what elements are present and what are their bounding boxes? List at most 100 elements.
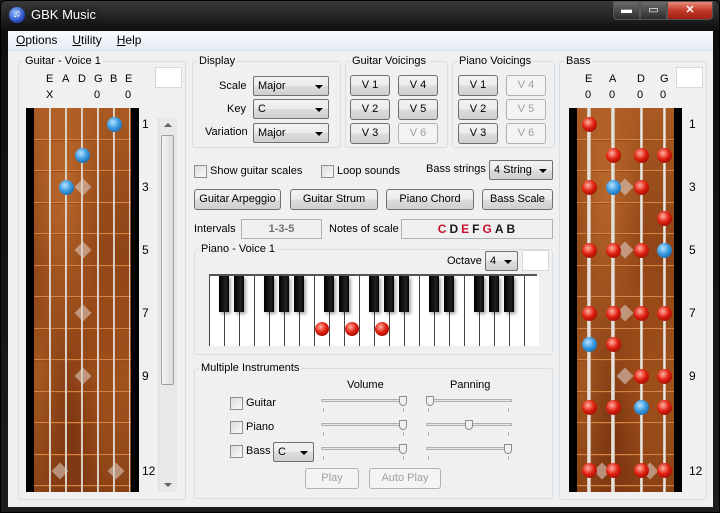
guitar-fretboard[interactable] [26, 108, 139, 492]
bass-note-dot[interactable] [581, 179, 597, 195]
guitar-voicing-v3-button[interactable]: V 3 [350, 123, 390, 144]
piano-checkbox[interactable] [230, 421, 243, 434]
guitar-voicing-v5-button[interactable]: V 5 [398, 99, 438, 120]
bass-scale-button[interactable]: Bass Scale [482, 189, 553, 210]
piano-label[interactable]: Piano [246, 421, 274, 433]
bass-panning-slider[interactable] [426, 443, 512, 460]
piano-black-key[interactable] [234, 276, 244, 312]
scroll-down-icon[interactable] [164, 483, 172, 487]
bass-note-dot[interactable] [581, 305, 597, 321]
bass-strings-select[interactable]: 4 String [489, 160, 553, 180]
slider-thumb[interactable] [399, 444, 407, 454]
bass-note-dot[interactable] [581, 116, 597, 132]
piano-black-key[interactable] [279, 276, 289, 312]
title-bar[interactable]: ♫ GBK Music ▬ ▭ ✕ [1, 1, 719, 31]
menu-utility[interactable]: Utility [64, 31, 108, 50]
bass-label[interactable]: Bass [246, 445, 270, 457]
bass-note-dot[interactable] [633, 242, 649, 258]
bass-note-dot[interactable] [581, 400, 597, 415]
guitar-scrollbar[interactable] [158, 118, 177, 492]
bass-note-dot[interactable] [633, 179, 649, 195]
bass-note-dot[interactable] [656, 242, 672, 258]
piano-black-key[interactable] [294, 276, 304, 312]
bass-note-dot[interactable] [633, 305, 649, 321]
piano-black-key[interactable] [489, 276, 499, 312]
piano-black-key[interactable] [429, 276, 439, 312]
guitar-voicing-v6-button[interactable]: V 6 [398, 123, 438, 144]
piano-voicing-v5-button[interactable]: V 5 [506, 99, 546, 120]
piano-black-key[interactable] [219, 276, 229, 312]
piano-black-key[interactable] [324, 276, 334, 312]
bass-volume-slider[interactable] [321, 443, 407, 460]
guitar-arpeggio-button[interactable]: Guitar Arpeggio [194, 189, 281, 210]
minimize-button[interactable]: ▬ [613, 1, 640, 20]
piano-chord-button[interactable]: Piano Chord [386, 189, 474, 210]
guitar-panning-slider[interactable] [426, 395, 512, 412]
guitar-checkbox[interactable] [230, 397, 243, 410]
scroll-thumb[interactable] [161, 135, 174, 385]
slider-thumb[interactable] [399, 420, 407, 430]
menu-options[interactable]: Options [8, 31, 64, 50]
variation-select[interactable]: Major [253, 123, 329, 143]
slider-thumb[interactable] [426, 396, 434, 406]
piano-black-key[interactable] [384, 276, 394, 312]
bass-note-dot[interactable] [581, 463, 597, 478]
piano-keyboard[interactable] [209, 274, 539, 346]
guitar-note-dot[interactable] [74, 148, 90, 163]
piano-panning-slider[interactable] [426, 419, 512, 436]
bass-note-dot[interactable] [633, 368, 649, 384]
bass-note-dot[interactable] [633, 148, 649, 163]
octave-select[interactable]: 4 [485, 251, 518, 271]
bass-note-dot[interactable] [605, 463, 621, 478]
slider-thumb[interactable] [399, 396, 407, 406]
piano-black-key[interactable] [444, 276, 454, 312]
piano-black-key[interactable] [474, 276, 484, 312]
piano-black-key[interactable] [399, 276, 409, 312]
piano-volume-slider[interactable] [321, 419, 407, 436]
piano-voicing-v4-button[interactable]: V 4 [506, 75, 546, 96]
maximize-button[interactable]: ▭ [640, 1, 667, 20]
guitar-note-dot[interactable] [106, 116, 122, 132]
piano-voicing-v2-button[interactable]: V 2 [458, 99, 498, 120]
bass-key-select[interactable]: C [273, 442, 314, 462]
slider-thumb[interactable] [465, 420, 473, 430]
loop-sounds-label[interactable]: Loop sounds [337, 165, 400, 177]
piano-color-swatch[interactable] [522, 250, 549, 271]
bass-note-dot[interactable] [605, 179, 621, 195]
piano-white-key[interactable] [524, 276, 539, 346]
bass-note-dot[interactable] [656, 400, 672, 415]
guitar-voicing-v1-button[interactable]: V 1 [350, 75, 390, 96]
piano-black-key[interactable] [339, 276, 349, 312]
play-button[interactable]: Play [305, 468, 359, 489]
guitar-label[interactable]: Guitar [246, 397, 276, 409]
bass-color-swatch[interactable] [676, 67, 703, 88]
show-guitar-scales-label[interactable]: Show guitar scales [210, 165, 302, 177]
bass-fretboard[interactable] [569, 108, 682, 492]
loop-sounds-checkbox[interactable] [321, 165, 334, 178]
guitar-voicing-v4-button[interactable]: V 4 [398, 75, 438, 96]
bass-note-dot[interactable] [605, 337, 621, 352]
piano-black-key[interactable] [264, 276, 274, 312]
bass-note-dot[interactable] [656, 211, 672, 226]
guitar-color-swatch[interactable] [155, 67, 182, 88]
bass-note-dot[interactable] [605, 148, 621, 163]
bass-note-dot[interactable] [656, 368, 672, 384]
guitar-strum-button[interactable]: Guitar Strum [290, 189, 378, 210]
piano-voicing-v3-button[interactable]: V 3 [458, 123, 498, 144]
slider-thumb[interactable] [504, 444, 512, 454]
show-guitar-scales-checkbox[interactable] [194, 165, 207, 178]
bass-note-dot[interactable] [656, 148, 672, 163]
menu-help[interactable]: Help [109, 31, 149, 50]
piano-black-key[interactable] [504, 276, 514, 312]
bass-note-dot[interactable] [656, 463, 672, 478]
bass-note-dot[interactable] [605, 400, 621, 415]
auto-play-button[interactable]: Auto Play [369, 468, 441, 489]
guitar-voicing-v2-button[interactable]: V 2 [350, 99, 390, 120]
bass-note-dot[interactable] [581, 242, 597, 258]
scale-select[interactable]: Major [253, 76, 329, 96]
bass-note-dot[interactable] [633, 463, 649, 478]
scroll-up-icon[interactable] [164, 123, 172, 127]
bass-note-dot[interactable] [656, 305, 672, 321]
piano-black-key[interactable] [369, 276, 379, 312]
bass-checkbox[interactable] [230, 445, 243, 458]
